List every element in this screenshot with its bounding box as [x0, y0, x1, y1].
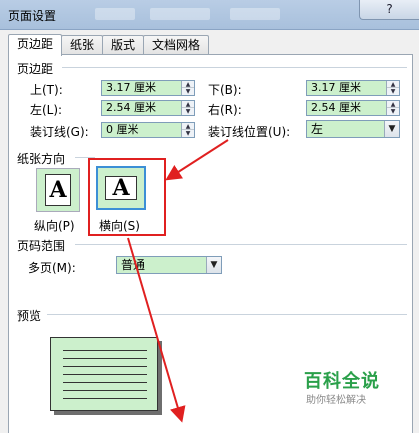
up-arrow-icon[interactable]: ▲ [182, 123, 194, 130]
preview-line [63, 350, 147, 351]
multiple-pages-select[interactable]: 普通 ▼ [116, 256, 222, 274]
down-arrow-icon[interactable]: ▼ [387, 88, 399, 95]
margins-group-title: 页边距 [17, 62, 54, 76]
title-bar: 页面设置 ? [0, 0, 419, 30]
portrait-button[interactable]: A [36, 168, 80, 212]
preview-line [63, 390, 147, 391]
top-margin-spinner[interactable]: 3.17 厘米 ▲ ▼ [101, 80, 195, 96]
watermark-title: 百科全说 [304, 371, 380, 392]
spinner-arrows[interactable]: ▲ ▼ [386, 101, 399, 115]
blurred-area [150, 8, 210, 20]
preview-group-title: 预览 [17, 309, 42, 323]
top-margin-label: 上(T): [30, 83, 63, 97]
up-arrow-icon[interactable]: ▲ [387, 101, 399, 108]
spinner-arrows[interactable]: ▲ ▼ [386, 81, 399, 95]
group-divider [47, 314, 407, 315]
blurred-area [230, 8, 280, 20]
orientation-group-title: 纸张方向 [17, 152, 66, 166]
up-arrow-icon[interactable]: ▲ [182, 101, 194, 108]
bottom-margin-label: 下(B): [208, 83, 242, 97]
up-arrow-icon[interactable]: ▲ [182, 81, 194, 88]
preview-page [50, 337, 158, 411]
help-button[interactable]: ? [359, 0, 419, 20]
multiple-pages-label: 多页(M): [28, 261, 76, 275]
tab-layout[interactable]: 版式 [102, 35, 145, 55]
window-title: 页面设置 [8, 9, 57, 23]
left-margin-value: 2.54 厘米 [106, 101, 156, 114]
portrait-page-icon: A [45, 174, 71, 206]
bottom-margin-spinner[interactable]: 3.17 厘米 ▲ ▼ [306, 80, 400, 96]
right-margin-label: 右(R): [208, 103, 242, 117]
left-margin-label: 左(L): [30, 103, 63, 117]
tab-margins[interactable]: 页边距 [8, 34, 63, 56]
bottom-margin-value: 3.17 厘米 [311, 81, 361, 94]
right-margin-value: 2.54 厘米 [311, 101, 361, 114]
down-arrow-icon[interactable]: ▼ [387, 108, 399, 115]
watermark-subtitle: 助你轻松解决 [306, 395, 366, 406]
right-margin-spinner[interactable]: 2.54 厘米 ▲ ▼ [306, 100, 400, 116]
left-margin-spinner[interactable]: 2.54 厘米 ▲ ▼ [101, 100, 195, 116]
spinner-arrows[interactable]: ▲ ▼ [181, 81, 194, 95]
gutter-spinner[interactable]: 0 厘米 ▲ ▼ [101, 122, 195, 138]
down-arrow-icon[interactable]: ▼ [182, 130, 194, 137]
top-margin-value: 3.17 厘米 [106, 81, 156, 94]
tab-strip: 页边距 纸张 版式 文档网格 [8, 34, 210, 56]
gutter-position-select[interactable]: 左 ▼ [306, 120, 400, 138]
help-icon: ? [386, 2, 393, 16]
spinner-arrows[interactable]: ▲ ▼ [181, 101, 194, 115]
spinner-arrows[interactable]: ▲ ▼ [181, 123, 194, 137]
preview-line [63, 374, 147, 375]
down-arrow-icon[interactable]: ▼ [182, 108, 194, 115]
gutter-position-label: 装订线位置(U): [208, 125, 291, 139]
group-divider [62, 67, 407, 68]
chevron-down-icon[interactable]: ▼ [384, 121, 399, 137]
group-divider [75, 244, 407, 245]
multiple-pages-value: 普通 [121, 258, 146, 272]
blurred-area [95, 8, 135, 20]
pages-group-title: 页码范围 [17, 239, 66, 253]
preview-line [63, 382, 147, 383]
gutter-position-value: 左 [311, 122, 324, 136]
tab-paper[interactable]: 纸张 [61, 35, 104, 55]
up-arrow-icon[interactable]: ▲ [387, 81, 399, 88]
tab-document-grid[interactable]: 文档网格 [143, 35, 210, 55]
preview-line [63, 358, 147, 359]
gutter-label: 装订线(G): [30, 125, 89, 139]
preview-line [63, 366, 147, 367]
highlight-box [88, 158, 166, 236]
preview-line [63, 398, 147, 399]
portrait-label: 纵向(P) [34, 219, 75, 233]
chevron-down-icon[interactable]: ▼ [206, 257, 221, 273]
down-arrow-icon[interactable]: ▼ [182, 88, 194, 95]
gutter-value: 0 厘米 [106, 123, 139, 136]
